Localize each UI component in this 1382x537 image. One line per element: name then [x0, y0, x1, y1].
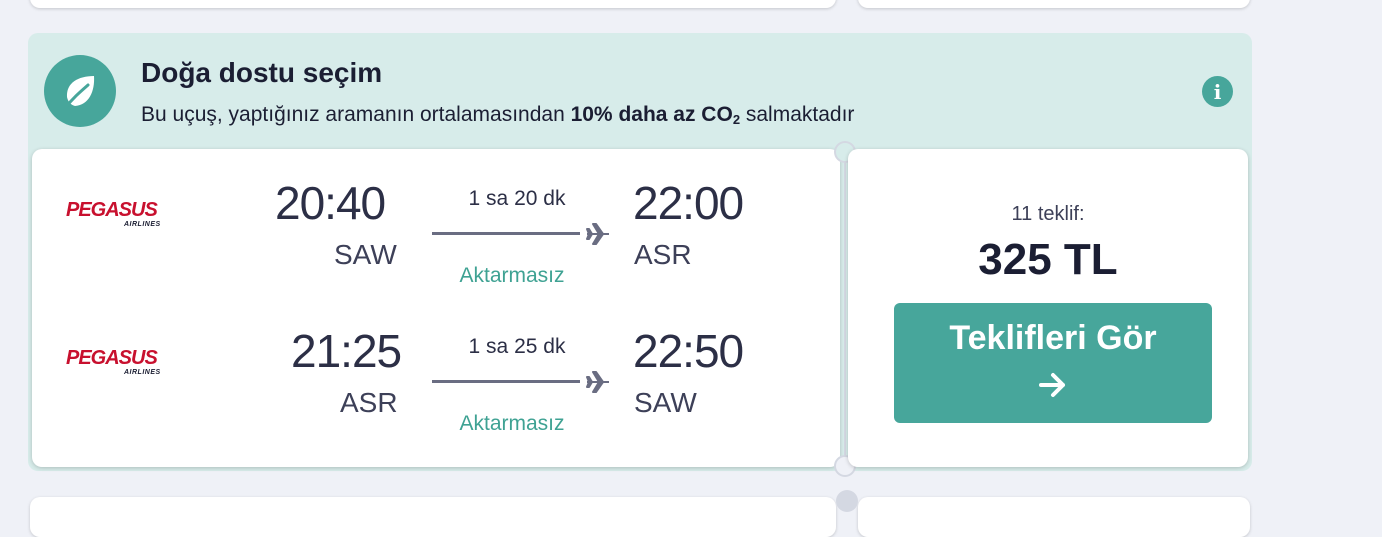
offers-count: 11 teklif: [1011, 203, 1085, 225]
departure-airport: ASR [340, 387, 398, 418]
airline-logo-subtext: AIRLINES [124, 221, 161, 228]
plane-icon [586, 371, 609, 393]
arrival-time: 22:00 [633, 177, 744, 229]
leaf-icon [44, 55, 116, 127]
arrow-right-icon [1039, 373, 1065, 397]
departure-time: 21:25 [291, 325, 402, 377]
flight-duration: 1 sa 20 dk [468, 187, 566, 210]
eco-description-highlight: 10% daha az CO [570, 103, 733, 126]
next-result-card-left[interactable] [30, 497, 836, 537]
flight-details-card[interactable]: PEGASUS AIRLINES 20:40 SAW 1 sa 20 dk Ak… [32, 149, 840, 467]
airline-logo-text: PEGASUS [66, 199, 158, 221]
eco-friendly-result: Doğa dostu seçim Bu uçuş, yaptığınız ara… [28, 33, 1252, 477]
airline-logo-subtext: AIRLINES [124, 369, 161, 376]
previous-result-card-right[interactable] [858, 0, 1250, 8]
airline-logo: PEGASUS AIRLINES [66, 347, 176, 381]
ticket-notch [836, 490, 858, 512]
arrival-airport: SAW [634, 387, 697, 418]
plane-icon [586, 223, 609, 245]
price: 325 TL [978, 235, 1118, 284]
airline-logo-text: PEGASUS [66, 347, 158, 369]
eco-description-text: Bu uçuş, yaptığınız aramanın ortalamasın… [141, 103, 571, 126]
stops-label: Aktarmasız [459, 412, 565, 435]
eco-description-suffix: salmaktadır [740, 103, 855, 126]
airline-logo: PEGASUS AIRLINES [66, 199, 176, 233]
info-icon[interactable]: i [1202, 76, 1233, 107]
eco-description: Bu uçuş, yaptığınız aramanın ortalamasın… [141, 103, 854, 127]
route-line [432, 232, 580, 235]
eco-title: Doğa dostu seçim [141, 57, 383, 88]
stops-label: Aktarmasız [459, 264, 565, 287]
arrival-time: 22:50 [633, 325, 744, 377]
departure-airport: SAW [334, 239, 397, 270]
view-offers-button[interactable]: Teklifleri Gör [894, 303, 1212, 423]
view-offers-label: Teklifleri Gör [949, 319, 1157, 357]
previous-result-card-left[interactable] [30, 0, 836, 8]
arrival-airport: ASR [634, 239, 692, 270]
departure-time: 20:40 [275, 177, 386, 229]
flight-duration: 1 sa 25 dk [468, 335, 566, 358]
co2-subscript: 2 [732, 112, 741, 127]
card-divider [844, 155, 846, 461]
price-card[interactable]: 11 teklif: 325 TL Teklifleri Gör [848, 149, 1248, 467]
route-line [432, 380, 580, 383]
next-result-card-right[interactable] [858, 497, 1250, 537]
